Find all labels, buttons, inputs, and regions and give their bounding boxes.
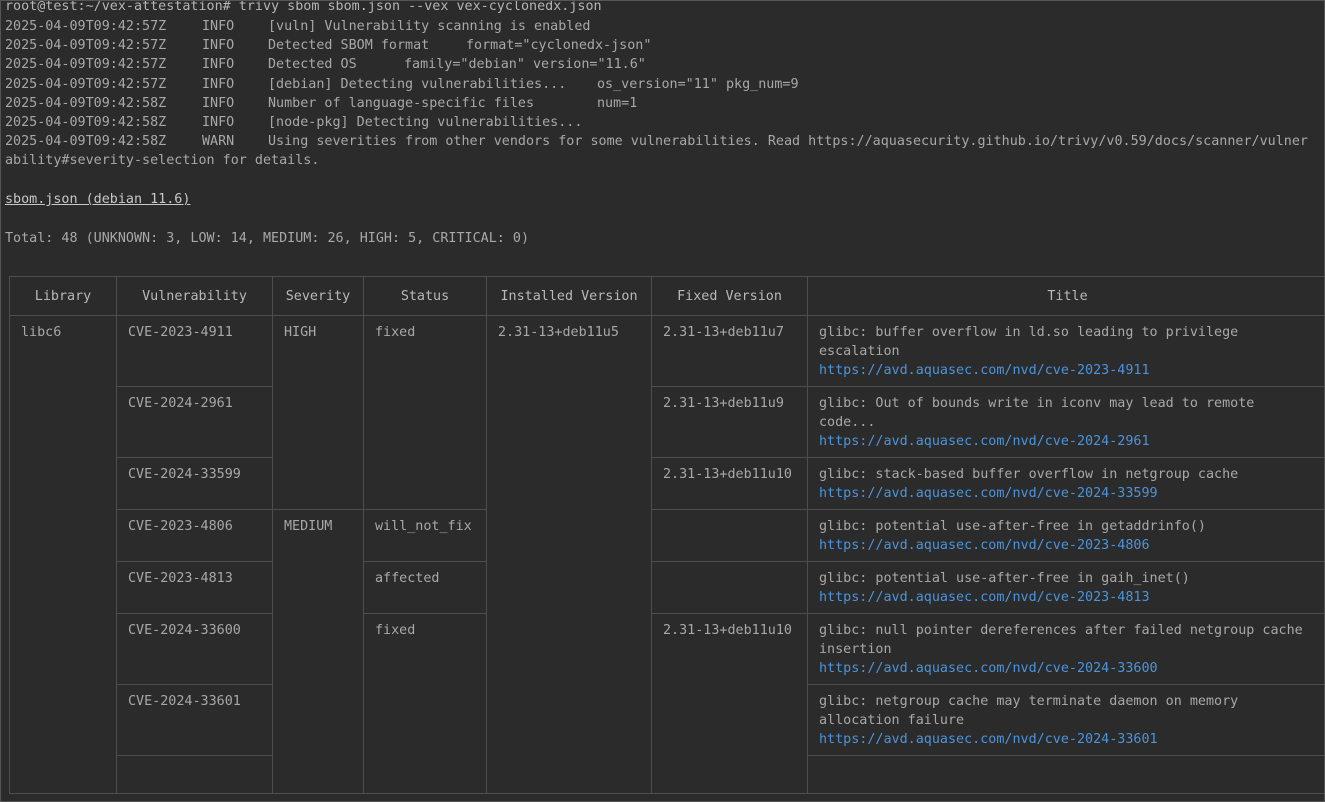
log-line: 2025-04-09T09:42:58Z WARN Using severiti… [5,132,1308,151]
fixed-version-cell [651,509,808,562]
advisory-link[interactable]: https://avd.aquasec.com/nvd/cve-2024-336… [819,730,1316,749]
log-line: 2025-04-09T09:42:57Z INFO [vuln] Vulnera… [5,17,590,36]
header-title: Title [807,276,1324,316]
library-cell: libc6 [9,315,117,794]
fixed-version-cell: 2.31-13+deb11u10 [651,613,808,794]
header-severity: Severity [272,276,364,316]
log-message: [node-pkg] Detecting vulnerabilities... [268,115,583,130]
table-row: CVE-2024-33600 fixed 2.31-13+deb11u10 gl… [10,613,1324,794]
log-continuation: ability#severity-selection for details. [5,153,320,168]
log-line: 2025-04-09T09:42:58Z INFO [node-pkg] Det… [5,113,582,132]
fixed-version-cell: 2.31-13+deb11u10 [651,457,808,510]
log-timestamp: 2025-04-09T09:42:58Z [5,134,167,149]
cve-cell: CVE-2024-33599 [116,457,273,510]
log-level: INFO [202,115,235,130]
title-cell: glibc: netgroup cache may terminate daem… [807,684,1324,756]
table-row: CVE-2023-4806 MEDIUM will_not_fix glibc:… [10,509,1324,794]
cve-cell: CVE-2024-33601 [116,684,273,756]
fixed-version-cell: 2.31-13+deb11u7 [651,315,808,387]
title-cell: glibc: potential use-after-free in gaih_… [807,561,1324,614]
log-level: INFO [202,57,235,72]
header-fixed-version: Fixed Version [651,276,808,316]
log-line: 2025-04-09T09:42:57Z INFO Detected SBOM … [5,36,651,55]
log-timestamp: 2025-04-09T09:42:58Z [5,96,167,111]
cve-cell: CVE-2023-4806 [116,509,273,562]
log-level: INFO [202,38,235,53]
header-installed-version: Installed Version [486,276,652,316]
title-text: glibc: netgroup cache may terminate daem… [819,694,1239,728]
log-line: 2025-04-09T09:42:57Z INFO [debian] Detec… [5,75,799,94]
title-text: glibc: null pointer dereferences after f… [819,623,1303,657]
log-level: INFO [202,19,235,34]
advisory-link[interactable]: https://avd.aquasec.com/nvd/cve-2024-296… [819,432,1316,451]
header-vulnerability: Vulnerability [116,276,273,316]
title-cell [807,755,1324,794]
cve-cell: CVE-2023-4911 [116,315,273,387]
title-text: glibc: stack-based buffer overflow in ne… [819,467,1239,482]
title-cell: glibc: stack-based buffer overflow in ne… [807,457,1324,510]
cve-cell: CVE-2024-33600 [116,613,273,685]
advisory-link[interactable]: https://avd.aquasec.com/nvd/cve-2023-491… [819,361,1316,380]
log-message: Number of language-specific files [268,96,535,111]
log-message: Detected SBOM format [268,38,430,53]
title-text: glibc: potential use-after-free in gaih_… [819,571,1190,586]
table-row: CVE-2023-4813 affected glibc: potential … [10,561,1324,614]
log-timestamp: 2025-04-09T09:42:58Z [5,115,167,130]
total-summary: Total: 48 (UNKNOWN: 3, LOW: 14, MEDIUM: … [5,231,530,246]
cve-cell [116,755,273,794]
fixed-version-cell [651,561,808,614]
advisory-link[interactable]: https://avd.aquasec.com/nvd/cve-2024-335… [819,484,1316,503]
log-kv: family="debian" version="11.6" [404,57,646,72]
table-row: libc6 CVE-2023-4911 HIGH fixed 2.31-13+d… [9,315,1324,794]
log-kv: num=1 [597,96,638,111]
table-row: CVE-2024-33599 2.31-13+deb11u10 glibc: s… [10,457,1324,510]
advisory-link[interactable]: https://avd.aquasec.com/nvd/cve-2023-481… [819,588,1316,607]
cve-cell: CVE-2024-2961 [116,386,273,458]
command-line: root@test:~/vex-attestation# trivy sbom … [5,0,602,14]
log-level: WARN [202,134,235,149]
advisory-link[interactable]: https://avd.aquasec.com/nvd/cve-2023-480… [819,536,1316,555]
table-row: CVE-2024-2961 2.31-13+deb11u9 glibc: Out… [10,386,1324,458]
severity-cell: MEDIUM [272,509,364,794]
log-timestamp: 2025-04-09T09:42:57Z [5,57,167,72]
header-status: Status [363,276,487,316]
status-cell: fixed [363,315,487,510]
log-level: INFO [202,77,235,92]
log-level: INFO [202,96,235,111]
log-message: [vuln] Vulnerability scanning is enabled [268,19,591,34]
title-text: glibc: potential use-after-free in getad… [819,519,1206,534]
log-line: 2025-04-09T09:42:58Z INFO Number of lang… [5,94,637,113]
log-kv: os_version="11" pkg_num=9 [597,77,799,92]
fixed-version-cell: 2.31-13+deb11u9 [651,386,808,458]
status-cell: fixed [363,613,487,794]
scan-target: sbom.json (debian 11.6) [5,192,191,207]
installed-version-cell: 2.31-13+deb11u5 [486,315,652,794]
status-cell: affected [363,561,487,614]
log-timestamp: 2025-04-09T09:42:57Z [5,38,167,53]
log-message: Using severities from other vendors for … [268,134,1308,149]
status-cell: will_not_fix [363,509,487,562]
title-cell: glibc: null pointer dereferences after f… [807,613,1324,685]
cve-cell: CVE-2023-4813 [116,561,273,614]
title-cell: glibc: buffer overflow in ld.so leading … [807,315,1324,387]
table-header-row: Library Vulnerability Severity Status In… [9,276,1324,316]
title-cell: glibc: potential use-after-free in getad… [807,509,1324,562]
advisory-link[interactable]: https://avd.aquasec.com/nvd/cve-2024-336… [819,659,1316,678]
log-message: Detected OS [268,57,357,72]
terminal-window[interactable]: root@test:~/vex-attestation# trivy sbom … [0,0,1325,802]
log-message: [debian] Detecting vulnerabilities... [268,77,567,92]
title-text: glibc: buffer overflow in ld.so leading … [819,325,1239,359]
log-kv: format="cyclonedx-json" [466,38,652,53]
header-library: Library [9,276,117,316]
vulnerability-table: Library Vulnerability Severity Status In… [9,276,1324,794]
title-cell: glibc: Out of bounds write in iconv may … [807,386,1324,458]
log-timestamp: 2025-04-09T09:42:57Z [5,19,167,34]
log-timestamp: 2025-04-09T09:42:57Z [5,77,167,92]
title-text: glibc: Out of bounds write in iconv may … [819,396,1255,430]
log-line: 2025-04-09T09:42:57Z INFO Detected OS fa… [5,55,646,74]
severity-cell: HIGH [272,315,364,510]
